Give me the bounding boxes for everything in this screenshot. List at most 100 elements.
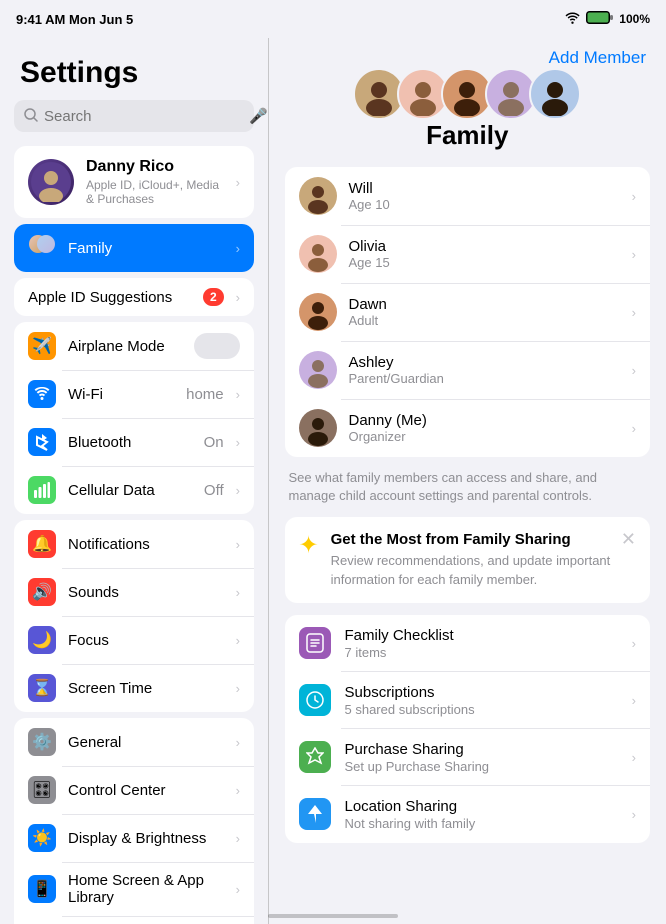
suggestions-chevron: › xyxy=(236,290,240,305)
user-chevron: › xyxy=(236,175,240,190)
banner-desc: Review recommendations, and update impor… xyxy=(331,552,636,588)
bluetooth-value: On xyxy=(204,434,224,451)
member-avatar-olivia xyxy=(299,235,337,273)
homescreen-chevron: › xyxy=(236,882,240,897)
members-section: Will Age 10 › Olivia Age 15 › xyxy=(285,167,651,457)
feature-purchase-sharing[interactable]: Purchase Sharing Set up Purchase Sharing… xyxy=(285,729,651,786)
member-row-will[interactable]: Will Age 10 › xyxy=(285,167,651,225)
apple-suggestions-label: Apple ID Suggestions xyxy=(28,289,191,306)
member-row-ashley[interactable]: Ashley Parent/Guardian › xyxy=(285,341,651,399)
sounds-icon: 🔊 xyxy=(28,578,56,606)
banner-icon: ✦ xyxy=(299,531,319,560)
controlcenter-label: Control Center xyxy=(68,782,224,799)
wifi-chevron: › xyxy=(236,387,240,402)
member-role-olivia: Age 15 xyxy=(349,255,620,270)
sidebar-item-cellular[interactable]: Cellular Data Off › xyxy=(14,466,254,514)
member-avatar-danny xyxy=(299,409,337,447)
member-chevron-ashley: › xyxy=(632,363,636,378)
focus-icon: 🌙 xyxy=(28,626,56,654)
user-info: Danny Rico Apple ID, iCloud+, Media & Pu… xyxy=(86,158,224,206)
member-role-danny: Organizer xyxy=(349,429,620,444)
family-avatars xyxy=(269,68,666,120)
family-section: Family › xyxy=(14,224,254,272)
right-panel: Add Member Fami xyxy=(269,38,666,924)
member-name-ashley: Ashley xyxy=(349,354,620,371)
search-input[interactable] xyxy=(44,108,243,125)
member-role-will: Age 10 xyxy=(349,197,620,212)
sidebar-item-family[interactable]: Family › xyxy=(14,224,254,272)
member-info-dawn: Dawn Adult xyxy=(349,296,620,328)
user-profile[interactable]: Danny Rico Apple ID, iCloud+, Media & Pu… xyxy=(14,146,254,218)
sidebar-item-controlcenter[interactable]: 🎛 Control Center › xyxy=(14,766,254,814)
wifi-value: home xyxy=(186,386,224,403)
banner-title: Get the Most from Family Sharing xyxy=(331,531,636,548)
sidebar-item-wifi[interactable]: Wi-Fi home › xyxy=(14,370,254,418)
display-icon: ☀️ xyxy=(28,824,56,852)
cellular-icon xyxy=(28,476,56,504)
controlcenter-chevron: › xyxy=(236,783,240,798)
screentime-icon: ⌛ xyxy=(28,674,56,702)
banner-close-button[interactable]: ✕ xyxy=(621,529,636,550)
member-name-will: Will xyxy=(349,180,620,197)
sidebar-item-homescreen[interactable]: 📱 Home Screen & App Library › xyxy=(14,862,254,916)
member-name-olivia: Olivia xyxy=(349,238,620,255)
battery-percent: 100% xyxy=(619,12,650,26)
sidebar-item-multitasking[interactable]: 🪟 Multitasking & Gestures › xyxy=(14,916,254,924)
homescreen-label: Home Screen & App Library xyxy=(68,872,224,906)
member-row-olivia[interactable]: Olivia Age 15 › xyxy=(285,225,651,283)
member-chevron-danny: › xyxy=(632,421,636,436)
user-subtitle: Apple ID, iCloud+, Media & Purchases xyxy=(86,178,224,206)
sidebar-item-general[interactable]: ⚙️ General › xyxy=(14,718,254,766)
search-bar[interactable]: 🎤 xyxy=(14,100,254,132)
sounds-label: Sounds xyxy=(68,584,224,601)
general-label: General xyxy=(68,734,224,751)
sidebar-item-notifications[interactable]: 🔔 Notifications › xyxy=(14,520,254,568)
member-role-dawn: Adult xyxy=(349,313,620,328)
location-sharing-title: Location Sharing xyxy=(345,798,618,815)
general-section: ⚙️ General › 🎛 Control Center › ☀️ Displ… xyxy=(14,718,254,924)
status-time: 9:41 AM Mon Jun 5 xyxy=(16,12,133,27)
focus-label: Focus xyxy=(68,632,224,649)
user-name: Danny Rico xyxy=(86,158,224,176)
member-row-dawn[interactable]: Dawn Adult › xyxy=(285,283,651,341)
sidebar-item-focus[interactable]: 🌙 Focus › xyxy=(14,616,254,664)
sidebar-item-display[interactable]: ☀️ Display & Brightness › xyxy=(14,814,254,862)
sounds-chevron: › xyxy=(236,585,240,600)
sidebar-item-screentime[interactable]: ⌛ Screen Time › xyxy=(14,664,254,712)
airplane-icon: ✈️ xyxy=(28,332,56,360)
location-sharing-sub: Not sharing with family xyxy=(345,816,618,831)
member-chevron-will: › xyxy=(632,189,636,204)
features-section: Family Checklist 7 items › Subscriptions… xyxy=(285,615,651,843)
sidebar-item-sounds[interactable]: 🔊 Sounds › xyxy=(14,568,254,616)
checklist-chevron: › xyxy=(632,636,636,651)
purchase-sharing-info: Purchase Sharing Set up Purchase Sharing xyxy=(345,741,618,774)
member-row-danny[interactable]: Danny (Me) Organizer › xyxy=(285,399,651,457)
focus-chevron: › xyxy=(236,633,240,648)
checklist-icon xyxy=(299,627,331,659)
wifi-icon xyxy=(565,12,580,27)
family-icon xyxy=(28,234,56,262)
suggestions-badge: 2 xyxy=(203,288,224,306)
location-sharing-info: Location Sharing Not sharing with family xyxy=(345,798,618,831)
feature-subscriptions[interactable]: Subscriptions 5 shared subscriptions › xyxy=(285,672,651,729)
member-info-will: Will Age 10 xyxy=(349,180,620,212)
feature-checklist[interactable]: Family Checklist 7 items › xyxy=(285,615,651,672)
notifications-section: 🔔 Notifications › 🔊 Sounds › 🌙 Focus › ⌛… xyxy=(14,520,254,712)
feature-location-sharing[interactable]: Location Sharing Not sharing with family… xyxy=(285,786,651,843)
family-note: See what family members can access and s… xyxy=(285,469,651,505)
bluetooth-chevron: › xyxy=(236,435,240,450)
apple-suggestions-item[interactable]: Apple ID Suggestions 2 › xyxy=(14,278,254,316)
location-sharing-icon xyxy=(299,798,331,830)
bluetooth-icon xyxy=(28,428,56,456)
bluetooth-label: Bluetooth xyxy=(68,434,192,451)
connectivity-section: ✈️ Airplane Mode Wi-Fi home › Bluetooth … xyxy=(14,322,254,514)
wifi-label: Wi-Fi xyxy=(68,386,174,403)
airplane-toggle[interactable] xyxy=(194,333,240,359)
status-bar: 9:41 AM Mon Jun 5 100% xyxy=(0,0,666,38)
member-chevron-dawn: › xyxy=(632,305,636,320)
sidebar-item-airplane[interactable]: ✈️ Airplane Mode xyxy=(14,322,254,370)
sidebar-item-bluetooth[interactable]: Bluetooth On › xyxy=(14,418,254,466)
screentime-label: Screen Time xyxy=(68,680,224,697)
cellular-chevron: › xyxy=(236,483,240,498)
add-member-button[interactable]: Add Member xyxy=(549,48,646,68)
